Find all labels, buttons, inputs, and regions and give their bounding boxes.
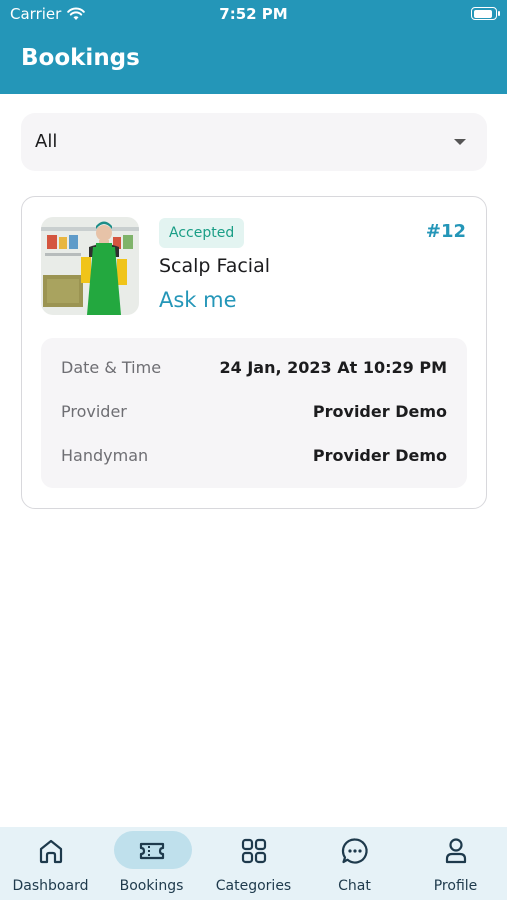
- service-image: [41, 217, 139, 315]
- detail-value: Provider Demo: [312, 446, 447, 465]
- status-time: 7:52 PM: [219, 5, 288, 23]
- bottom-nav: Dashboard Bookings Categories Chat Profi…: [0, 827, 507, 900]
- nav-item-bookings[interactable]: Bookings: [101, 827, 202, 900]
- nav-label: Chat: [338, 878, 371, 894]
- chevron-down-icon: [454, 139, 466, 145]
- status-badge: Accepted: [159, 218, 245, 248]
- detail-value: 24 Jan, 2023 At 10:29 PM: [219, 358, 447, 377]
- ticket-icon: [139, 842, 165, 860]
- grid-icon: [241, 838, 267, 864]
- home-icon: [39, 839, 63, 864]
- nav-label: Profile: [433, 878, 478, 894]
- battery-level: [473, 9, 492, 18]
- nav-label: Dashboard: [12, 878, 89, 894]
- profile-icon: [445, 838, 467, 864]
- battery-icon: [471, 7, 500, 20]
- nav-item-categories[interactable]: Categories: [203, 827, 304, 900]
- detail-row-handyman: Handyman Provider Demo: [41, 434, 467, 478]
- detail-value: Provider Demo: [312, 402, 447, 421]
- nav-item-chat[interactable]: Chat: [304, 827, 405, 900]
- service-name: Scalp Facial: [159, 255, 271, 277]
- nav-label: Categories: [215, 878, 292, 894]
- detail-label: Provider: [61, 402, 127, 421]
- nav-item-profile[interactable]: Profile: [405, 827, 506, 900]
- booking-id: #12: [425, 221, 466, 242]
- service-price: Ask me: [159, 288, 237, 312]
- page-title: Bookings: [21, 45, 140, 71]
- status-bar: Carrier 7:52 PM: [0, 0, 507, 28]
- nav-label: Bookings: [119, 878, 184, 894]
- filter-selected-value: All: [35, 131, 58, 152]
- booking-card[interactable]: Accepted #12 Scalp Facial Ask me Date & …: [21, 196, 487, 509]
- app-header: Carrier 7:52 PM Bookings: [0, 0, 507, 94]
- status-filter-dropdown[interactable]: All: [21, 113, 487, 171]
- detail-row-provider: Provider Provider Demo: [41, 390, 467, 434]
- booking-details-panel: Date & Time 24 Jan, 2023 At 10:29 PM Pro…: [41, 338, 467, 488]
- detail-label: Date & Time: [61, 358, 162, 377]
- detail-label: Handyman: [61, 446, 149, 465]
- chat-icon: [341, 838, 368, 864]
- nav-item-dashboard[interactable]: Dashboard: [0, 827, 101, 900]
- detail-row-date-time: Date & Time 24 Jan, 2023 At 10:29 PM: [41, 346, 467, 390]
